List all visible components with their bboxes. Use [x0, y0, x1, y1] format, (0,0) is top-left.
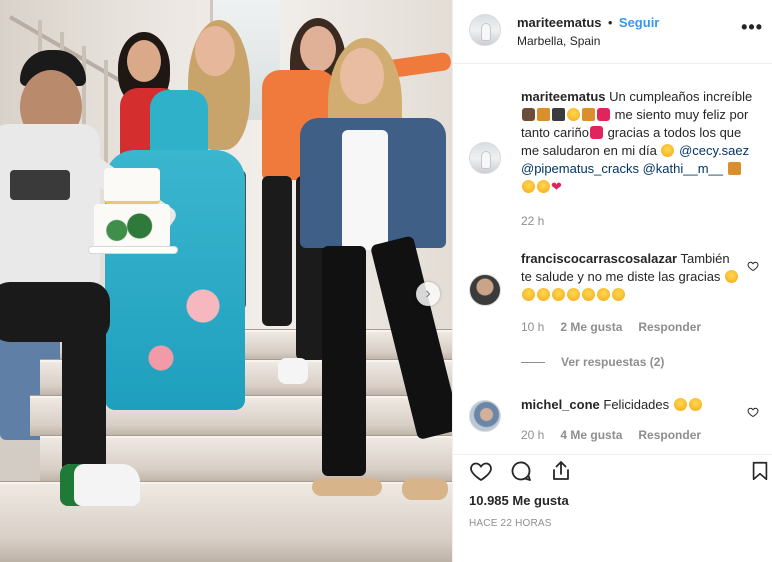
bookmark-icon[interactable]: [749, 459, 771, 483]
chevron-right-icon: ›: [425, 285, 431, 302]
rofl-emoji-icon: [522, 288, 535, 301]
likes-count[interactable]: 10.985 Me gusta: [469, 493, 569, 508]
comment-icon[interactable]: [509, 459, 533, 483]
comment-item: franciscocarrascosalazar También te salu…: [469, 250, 759, 380]
grin-emoji-icon: [597, 288, 610, 301]
reply-button[interactable]: Responder: [638, 320, 701, 334]
rofl-emoji-icon: [537, 288, 550, 301]
caption-meta: 22 h: [521, 214, 544, 228]
balloon-emoji-icon: [589, 126, 603, 139]
grin-emoji-icon: [612, 288, 625, 301]
comment-time[interactable]: 10 h: [521, 320, 544, 334]
follow-button[interactable]: Seguir: [619, 15, 659, 30]
post-timestamp[interactable]: HACE 22 HORAS: [469, 518, 552, 529]
more-options-icon[interactable]: •••: [741, 18, 763, 36]
post-sidebar: mariteematus • Seguir Marbella, Spain ••…: [452, 0, 772, 562]
avatar[interactable]: [469, 274, 501, 306]
comment-like-heart-icon[interactable]: [747, 260, 759, 272]
avatar[interactable]: [469, 400, 501, 432]
kiss-emoji-icon: [661, 144, 675, 157]
avatar[interactable]: [469, 14, 501, 46]
kiss-emoji-icon: [522, 180, 535, 193]
cake-emoji-icon: [522, 108, 535, 121]
bottle-emoji-icon: [537, 108, 550, 121]
comment-meta: 10 h 2 Me gusta Responder: [521, 320, 701, 334]
birthday-cake: [88, 168, 178, 256]
caption-time[interactable]: 22 h: [521, 214, 544, 228]
avatar[interactable]: [469, 142, 501, 174]
location-link[interactable]: Marbella, Spain: [517, 34, 600, 48]
header-username[interactable]: mariteematus: [517, 15, 602, 30]
grin-emoji-icon: [567, 288, 580, 301]
rofl-emoji-icon: [725, 270, 739, 283]
comments-list: mariteematus Un cumpleaños increíble me …: [453, 64, 772, 454]
post-photo[interactable]: ›: [0, 0, 452, 562]
party-popper-emoji-icon: [567, 108, 580, 121]
mention-link[interactable]: @pipematus_cracks: [521, 161, 639, 176]
comment-text: franciscocarrascosalazar También te salu…: [521, 250, 741, 304]
next-photo-button[interactable]: ›: [416, 282, 440, 306]
post-header: mariteematus • Seguir Marbella, Spain ••…: [453, 0, 772, 64]
star-struck-emoji-icon: [537, 180, 550, 193]
comment-likes[interactable]: 2 Me gusta: [560, 320, 622, 334]
comment-time[interactable]: 20 h: [521, 428, 544, 442]
share-icon[interactable]: [549, 459, 573, 483]
post-actions: 10.985 Me gusta HACE 22 HORAS: [453, 454, 772, 562]
reply-button[interactable]: Responder: [638, 428, 701, 442]
heart-icon[interactable]: [469, 459, 493, 483]
mention-link[interactable]: @cecy.saez: [679, 143, 749, 158]
caption: mariteematus Un cumpleaños increíble me …: [469, 88, 759, 238]
caption-text-1: Un cumpleaños increíble: [609, 89, 753, 104]
yum-emoji-icon: [673, 398, 687, 411]
yum-emoji-icon: [688, 398, 702, 411]
comment-username[interactable]: franciscocarrascosalazar: [521, 251, 677, 266]
sparkle-emoji-icon: [552, 108, 565, 121]
comment-like-heart-icon[interactable]: [747, 406, 759, 418]
gift-emoji-icon: [582, 108, 595, 121]
caption-text: mariteematus Un cumpleaños increíble me …: [521, 88, 753, 196]
comment-body: Felicidades: [603, 397, 670, 412]
red-heart-emoji-icon: ❤: [551, 179, 562, 194]
header-separator: •: [608, 16, 613, 30]
comment-meta: 20 h 4 Me gusta Responder: [521, 428, 701, 442]
comment-likes[interactable]: 4 Me gusta: [560, 428, 622, 442]
grin-emoji-icon: [552, 288, 565, 301]
gift-emoji-icon: [727, 162, 741, 175]
view-replies-button[interactable]: Ver respuestas (2): [521, 355, 664, 369]
grin-emoji-icon: [582, 288, 595, 301]
comment-text: michel_cone Felicidades: [521, 396, 741, 414]
header-user-line: mariteematus • Seguir: [517, 15, 659, 30]
comment-username[interactable]: michel_cone: [521, 397, 600, 412]
replies-divider: [521, 361, 545, 363]
view-replies-label: Ver respuestas (2): [561, 355, 665, 369]
mention-link[interactable]: @kathi__m__: [643, 161, 723, 176]
caption-username[interactable]: mariteematus: [521, 89, 606, 104]
comment-item: michel_cone Felicidades 20 h 4 Me gusta …: [469, 396, 759, 454]
balloon-emoji-icon: [597, 108, 610, 121]
